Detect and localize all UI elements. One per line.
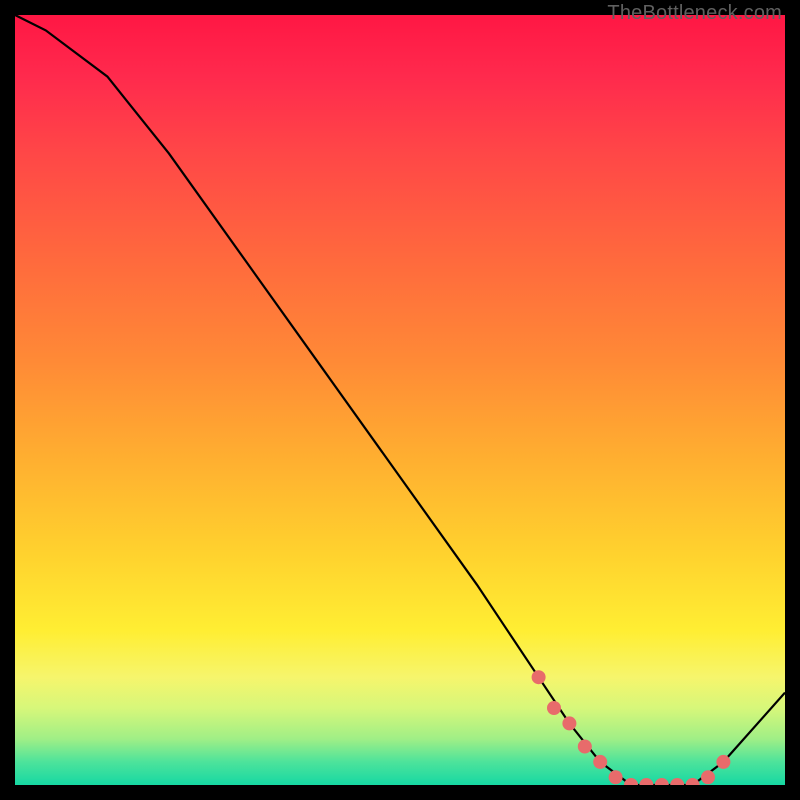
- highlight-point: [547, 701, 561, 715]
- highlight-point: [655, 778, 669, 785]
- chart-frame: TheBottleneck.com: [0, 0, 800, 800]
- highlight-point: [624, 778, 638, 785]
- highlight-point: [562, 716, 576, 730]
- highlight-point: [716, 755, 730, 769]
- watermark-text: TheBottleneck.com: [607, 2, 782, 25]
- highlight-point: [701, 770, 715, 784]
- highlight-markers: [532, 670, 731, 785]
- highlight-point: [578, 740, 592, 754]
- highlight-point: [609, 770, 623, 784]
- series-line: [15, 15, 785, 785]
- highlight-point: [593, 755, 607, 769]
- highlight-point: [670, 778, 684, 785]
- plot-area: [15, 15, 785, 785]
- highlight-point: [639, 778, 653, 785]
- bottleneck-curve-path: [15, 15, 785, 785]
- highlight-point: [686, 778, 700, 785]
- highlight-point: [532, 670, 546, 684]
- curve-svg: [15, 15, 785, 785]
